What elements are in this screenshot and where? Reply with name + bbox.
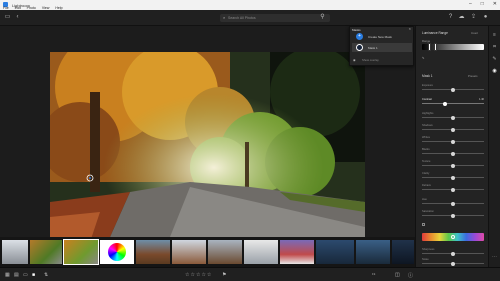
filmstrip-thumb-selected[interactable] (63, 239, 99, 265)
edit-tool-icon[interactable]: ≡ (489, 32, 500, 38)
search-icon: ⌕ (223, 15, 226, 20)
close-icon[interactable]: ✕ (493, 1, 497, 7)
mask-section-title: Mask 1 (422, 74, 433, 78)
filmstrip-thumb[interactable] (356, 240, 390, 264)
help-icon[interactable]: ? (447, 14, 454, 21)
filmstrip-thumb[interactable] (2, 240, 28, 264)
color-hue-bar[interactable] (422, 233, 484, 241)
filmstrip-thumb[interactable] (316, 240, 354, 264)
filmstrip (0, 237, 415, 267)
more-tool-icon[interactable]: ⋯ (489, 254, 500, 260)
back-icon[interactable]: ‹ (14, 14, 21, 21)
mask-thumbnail (356, 44, 363, 51)
filmstrip-thumb[interactable] (136, 240, 170, 264)
minimize-icon[interactable]: – (469, 1, 472, 7)
masks-panel: Masks ✕ + Create New Mask Mask 1 ◉ Show … (349, 26, 414, 66)
overlay-eye-icon[interactable]: ◉ (353, 58, 356, 62)
edit-panel: Luminance Range Invert Range ✎ Mask 1 Pr… (415, 26, 488, 267)
create-mask-button[interactable]: + Create New Mask (352, 33, 412, 41)
use-fine-adjust-checkbox[interactable] (422, 223, 425, 226)
luminance-range-header: Luminance Range (422, 31, 448, 35)
mask-1-item[interactable]: Mask 1 (352, 43, 412, 52)
zoom-label[interactable]: Fit (372, 272, 375, 276)
invert-toggle[interactable]: Invert (471, 31, 478, 35)
search-placeholder: Search All Photos (228, 16, 256, 20)
filmstrip-thumb[interactable] (244, 240, 278, 264)
filter-icon[interactable]: ⚲ (319, 14, 326, 21)
crop-tool-icon[interactable]: ⌗ (489, 44, 500, 50)
top-toolbar: ▭ ‹ ⌕ Search All Photos ⚲ ? ☁ ⇪ ● (0, 10, 500, 26)
mask-1-label: Mask 1 (368, 46, 378, 50)
hue-knob[interactable] (451, 235, 455, 239)
contrast-value: 1.40 (478, 98, 484, 101)
presets-dropdown[interactable]: Presets (468, 74, 477, 78)
compare-icon[interactable]: ◫ (395, 272, 400, 278)
sort-icon[interactable]: ⇅ (44, 272, 48, 278)
luminance-range-bar[interactable] (422, 43, 484, 51)
masking-tool-icon[interactable]: ◉ (489, 68, 500, 74)
create-mask-label: Create New Mask (368, 35, 392, 39)
add-mask-icon: + (356, 33, 363, 40)
cloud-icon[interactable]: ☁ (458, 14, 465, 21)
color-wheel-icon (108, 243, 126, 261)
main-photo[interactable] (50, 52, 365, 262)
heal-tool-icon[interactable]: ✎ (489, 56, 500, 62)
masks-close-icon[interactable]: ✕ (408, 27, 411, 31)
grid-view-icon[interactable]: ▦ (5, 272, 10, 278)
filmstrip-thumb[interactable] (30, 240, 62, 264)
range-handle-left[interactable] (428, 43, 431, 51)
search-input[interactable]: ⌕ Search All Photos (220, 14, 330, 22)
square-grid-icon[interactable]: ▤ (14, 272, 19, 278)
overlay-label: Show overlay (362, 58, 379, 62)
filmstrip-thumb[interactable] (280, 240, 314, 264)
single-view-icon[interactable]: ■ (32, 272, 35, 278)
filmstrip-thumb[interactable] (172, 240, 206, 264)
panel-toggle-icon[interactable]: ▭ (4, 14, 11, 21)
title-bar: Lightroom – □ ✕ (0, 0, 500, 10)
eyedropper-icon[interactable]: ✎ (422, 56, 425, 60)
filmstrip-thumb[interactable] (392, 240, 414, 264)
rating-stars-icon[interactable]: ☆☆☆☆☆ (185, 272, 212, 278)
flag-icon[interactable]: ⚑ (222, 272, 226, 278)
filmstrip-thumb[interactable] (208, 240, 242, 264)
share-icon[interactable]: ⇪ (470, 14, 477, 21)
tool-rail: ≡ ⌗ ✎ ◉ ⋯ (488, 26, 500, 267)
detail-view-icon[interactable]: ▭ (23, 272, 28, 278)
range-handle-right[interactable] (434, 43, 437, 51)
bottom-toolbar: ▦ ▤ ▭ ■ ⇅ ☆☆☆☆☆ ⚑ Fit ◫ ⓘ (0, 267, 500, 281)
masks-title: Masks (352, 28, 361, 32)
filmstrip-thumb[interactable] (100, 240, 134, 264)
maximize-icon[interactable]: □ (481, 1, 484, 7)
account-icon[interactable]: ● (482, 14, 489, 21)
info-icon[interactable]: ⓘ (408, 272, 413, 279)
